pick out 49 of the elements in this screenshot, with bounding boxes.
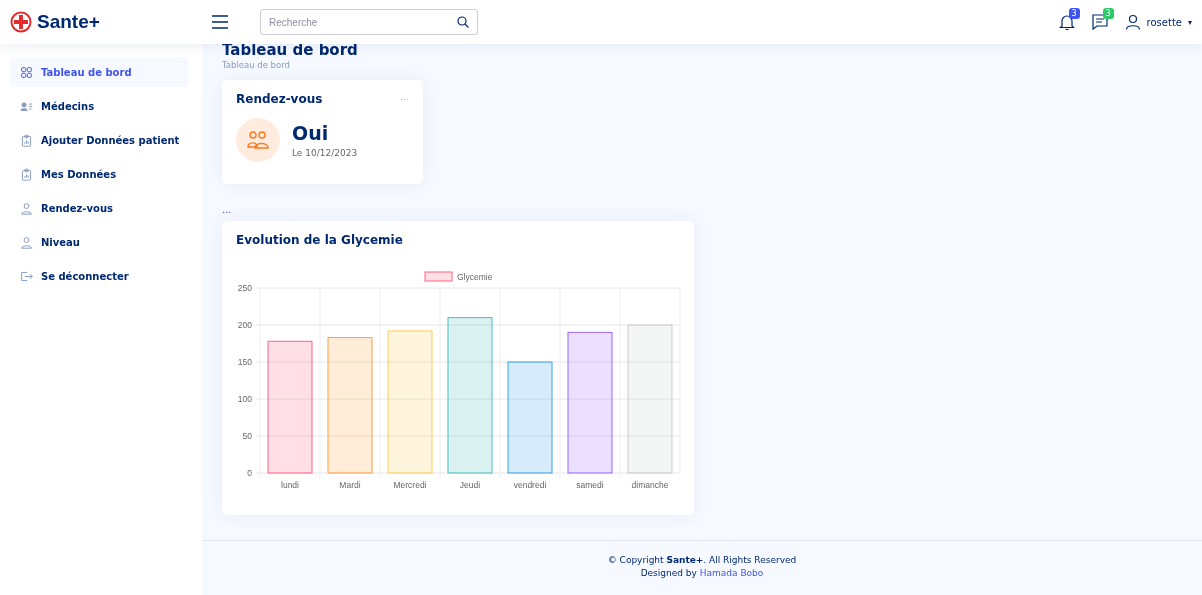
- axis-tick-label: 100: [237, 394, 252, 404]
- axis-category-label: vendredi: [513, 480, 547, 490]
- clipboard-icon: [20, 167, 33, 181]
- appointment-status: Oui: [292, 122, 330, 144]
- grid-icon: [20, 65, 33, 79]
- user-icon: [1124, 14, 1141, 30]
- author-link[interactable]: Hamada Bobo: [699, 568, 764, 578]
- search-field[interactable]: Recherche: [260, 9, 478, 35]
- appointment-date: Le 10/12/2023: [292, 148, 358, 158]
- sidebar-item[interactable]: Tableau de bord: [10, 57, 188, 87]
- people-icon: [236, 118, 280, 162]
- section-menu[interactable]: ...: [222, 204, 1182, 215]
- sidebar-item[interactable]: Ajouter Données patient: [10, 125, 188, 155]
- axis-category-label: lundi: [281, 480, 299, 490]
- copyright-text: © Copyright Sante+. All Rights Reserved: [607, 555, 797, 565]
- designed-by-text: Designed by Hamada Bobo: [640, 568, 764, 578]
- axis-tick-label: 250: [237, 283, 252, 293]
- sidebar-item[interactable]: Médecins: [10, 91, 188, 121]
- user-menu[interactable]: rosette ▾: [1124, 14, 1192, 30]
- axis-tick-label: 200: [237, 320, 252, 330]
- card-title: Evolution de la Glycemie: [235, 233, 404, 247]
- chart-legend: Glycemie: [424, 271, 493, 282]
- axis-tick-label: 150: [237, 357, 252, 367]
- notification-count: 3: [1068, 8, 1080, 19]
- axis-category-label: Jeudi: [459, 480, 481, 490]
- logout-icon: [20, 269, 33, 283]
- menu-icon[interactable]: [212, 15, 228, 29]
- people-icon: [20, 99, 33, 113]
- cross-logo-icon: [10, 11, 32, 33]
- axis-category-label: Mercredi: [393, 480, 427, 490]
- axis-category-label: samedi: [576, 480, 604, 490]
- sidebar-item[interactable]: Mes Données: [10, 159, 188, 189]
- message-count: 3: [1102, 8, 1114, 19]
- search-icon[interactable]: [457, 16, 469, 28]
- page-title: Tableau de bord: [222, 41, 359, 59]
- axis-category-label: Mardi: [339, 480, 361, 490]
- person-icon: [20, 201, 33, 215]
- sidebar-item[interactable]: Niveau: [10, 227, 188, 257]
- sidebar-item[interactable]: Rendez-vous: [10, 193, 188, 223]
- breadcrumb: Tableau de bord: [222, 60, 291, 70]
- card-title: Rendez-vous: [236, 92, 323, 106]
- brand-name: Sante+: [37, 11, 100, 33]
- sidebar-item[interactable]: Se déconnecter: [10, 261, 188, 291]
- person-icon: [20, 235, 33, 249]
- axis-tick-label: 0: [247, 468, 252, 478]
- clipboard-icon: [20, 133, 33, 147]
- axis-tick-label: 50: [242, 431, 252, 441]
- legend-label: Glycemie: [457, 272, 493, 282]
- axis-category-label: dimanche: [631, 480, 669, 490]
